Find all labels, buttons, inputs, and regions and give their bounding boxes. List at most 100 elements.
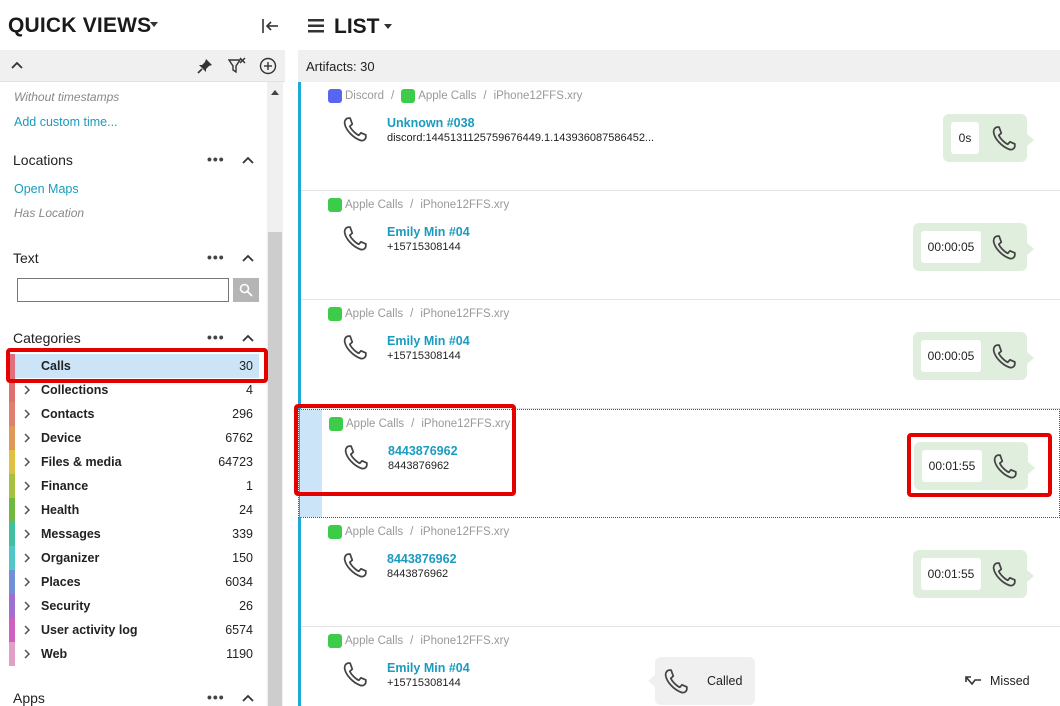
chevron-right-icon[interactable] (23, 433, 31, 443)
category-count: 6762 (225, 431, 253, 445)
call-duration: 0s (951, 122, 979, 154)
categories-more-icon[interactable]: ••• (207, 329, 225, 345)
chevron-right-icon[interactable] (23, 385, 31, 395)
category-row[interactable]: Finance 1 (9, 474, 259, 498)
scroll-up-icon[interactable] (271, 90, 279, 95)
call-card[interactable]: Apple Calls / iPhone12FFS.xry 8443876962 844… (298, 409, 1060, 519)
call-card[interactable]: Apple Calls / iPhone12FFS.xry Emily Min #04… (298, 191, 1060, 300)
text-more-icon[interactable]: ••• (207, 249, 225, 265)
add-custom-time-link[interactable]: Add custom time... (14, 115, 118, 129)
breadcrumb-app[interactable]: Discord (345, 90, 384, 102)
text-collapse-icon[interactable] (242, 253, 254, 263)
list-dropdown-icon[interactable] (384, 24, 392, 29)
breadcrumb-app[interactable]: Apple Calls (345, 635, 403, 647)
chevron-right-icon[interactable] (23, 577, 31, 587)
category-row[interactable]: User activity log 6574 (9, 618, 259, 642)
category-color-strip (9, 378, 15, 402)
category-row[interactable]: Places 6034 (9, 570, 259, 594)
call-contact-name[interactable]: Emily Min #04 (387, 225, 470, 239)
chevron-right-icon[interactable] (23, 649, 31, 659)
quick-views-scrollbar[interactable] (267, 82, 283, 706)
categories-collapse-icon[interactable] (242, 333, 254, 343)
category-color-strip (9, 498, 15, 522)
text-search-input[interactable] (17, 278, 229, 302)
chevron-right-icon[interactable] (23, 553, 31, 563)
call-duration-bubble: 00:00:05 (913, 223, 1034, 271)
category-row[interactable]: Web 1190 (9, 642, 259, 666)
category-row[interactable]: Health 24 (9, 498, 259, 522)
chevron-up-icon[interactable] (8, 57, 26, 75)
pin-icon[interactable] (196, 57, 214, 75)
category-label: Security (41, 599, 91, 613)
clear-filter-icon[interactable] (228, 57, 246, 75)
call-contact-name[interactable]: Emily Min #04 (387, 661, 470, 675)
open-maps-link[interactable]: Open Maps (14, 182, 79, 196)
call-contact-name[interactable]: Emily Min #04 (387, 334, 470, 348)
call-card[interactable]: Apple Calls / iPhone12FFS.xry Emily Min #04… (298, 627, 1060, 706)
call-card[interactable]: Apple Calls / iPhone12FFS.xry Emily Min #04… (298, 300, 1060, 409)
breadcrumb-file[interactable]: iPhone12FFS.xry (494, 90, 583, 102)
collapse-panel-icon[interactable] (261, 18, 279, 34)
breadcrumb-file[interactable]: iPhone12FFS.xry (420, 526, 509, 538)
category-row[interactable]: Collections 4 (9, 378, 259, 402)
search-button[interactable] (233, 278, 259, 302)
chevron-right-icon[interactable] (23, 457, 31, 467)
category-row[interactable]: Device 6762 (9, 426, 259, 450)
breadcrumb-app[interactable]: Apple Calls (418, 90, 476, 102)
chevron-right-icon[interactable] (23, 505, 31, 515)
has-location-filter[interactable]: Has Location (14, 206, 84, 220)
category-row[interactable]: Calls 30 (9, 354, 259, 378)
breadcrumb: Discord / Apple Calls / iPhone12FFS.xry (328, 89, 582, 105)
scroll-thumb[interactable] (268, 232, 282, 706)
phone-icon (343, 335, 367, 360)
locations-collapse-icon[interactable] (242, 155, 254, 165)
chevron-right-icon[interactable] (23, 625, 31, 635)
call-card[interactable]: Discord / Apple Calls / iPhone12FFS.xry Unkno… (298, 82, 1060, 191)
category-color-strip (9, 618, 15, 642)
chevron-right-icon[interactable] (23, 409, 31, 419)
category-label: Files & media (41, 455, 122, 469)
list-menu-icon[interactable] (308, 19, 324, 33)
card-accent-bar (298, 191, 301, 300)
locations-more-icon[interactable]: ••• (207, 151, 225, 167)
category-row[interactable]: Files & media 64723 (9, 450, 259, 474)
call-contact-name[interactable]: 8443876962 (387, 552, 457, 566)
breadcrumb: Apple Calls / iPhone12FFS.xry (328, 634, 509, 650)
breadcrumb-app[interactable]: Apple Calls (345, 199, 403, 211)
category-count: 150 (232, 551, 253, 565)
category-row[interactable]: Messages 339 (9, 522, 259, 546)
apps-section-title: Apps (13, 690, 45, 706)
text-section-title: Text (13, 250, 39, 266)
apple-calls-icon (328, 198, 342, 212)
card-accent-bar (298, 82, 301, 191)
list-header: LIST (298, 0, 1060, 50)
breadcrumb-file[interactable]: iPhone12FFS.xry (420, 635, 509, 647)
category-row[interactable]: Security 26 (9, 594, 259, 618)
chevron-right-icon[interactable] (23, 481, 31, 491)
breadcrumb-app[interactable]: Apple Calls (345, 308, 403, 320)
add-circle-icon[interactable] (259, 57, 277, 75)
breadcrumb-file[interactable]: iPhone12FFS.xry (420, 199, 509, 211)
apps-collapse-icon[interactable] (242, 693, 254, 703)
breadcrumb-app[interactable]: Apple Calls (345, 526, 403, 538)
call-card[interactable]: Apple Calls / iPhone12FFS.xry 8443876962 844… (298, 518, 1060, 627)
breadcrumb-file[interactable]: iPhone12FFS.xry (421, 418, 510, 430)
chevron-right-icon[interactable] (23, 529, 31, 539)
call-contact-name[interactable]: Unknown #038 (387, 116, 475, 130)
quick-views-dropdown-icon[interactable] (150, 22, 158, 27)
card-accent-bar (298, 300, 301, 409)
locations-section-title: Locations (13, 152, 73, 168)
category-label: Organizer (41, 551, 100, 565)
list-title[interactable]: LIST (334, 15, 380, 39)
category-row[interactable]: Organizer 150 (9, 546, 259, 570)
phone-icon (343, 662, 367, 687)
category-row[interactable]: Contacts 296 (9, 402, 259, 426)
call-contact-name[interactable]: 8443876962 (388, 444, 458, 458)
breadcrumb-file[interactable]: iPhone12FFS.xry (420, 308, 509, 320)
quick-views-title[interactable]: QUICK VIEWS (8, 14, 151, 38)
breadcrumb: Apple Calls / iPhone12FFS.xry (328, 525, 509, 541)
without-timestamps-filter[interactable]: Without timestamps (14, 90, 119, 104)
apps-more-icon[interactable]: ••• (207, 689, 225, 705)
breadcrumb-app[interactable]: Apple Calls (346, 418, 404, 430)
chevron-right-icon[interactable] (23, 601, 31, 611)
